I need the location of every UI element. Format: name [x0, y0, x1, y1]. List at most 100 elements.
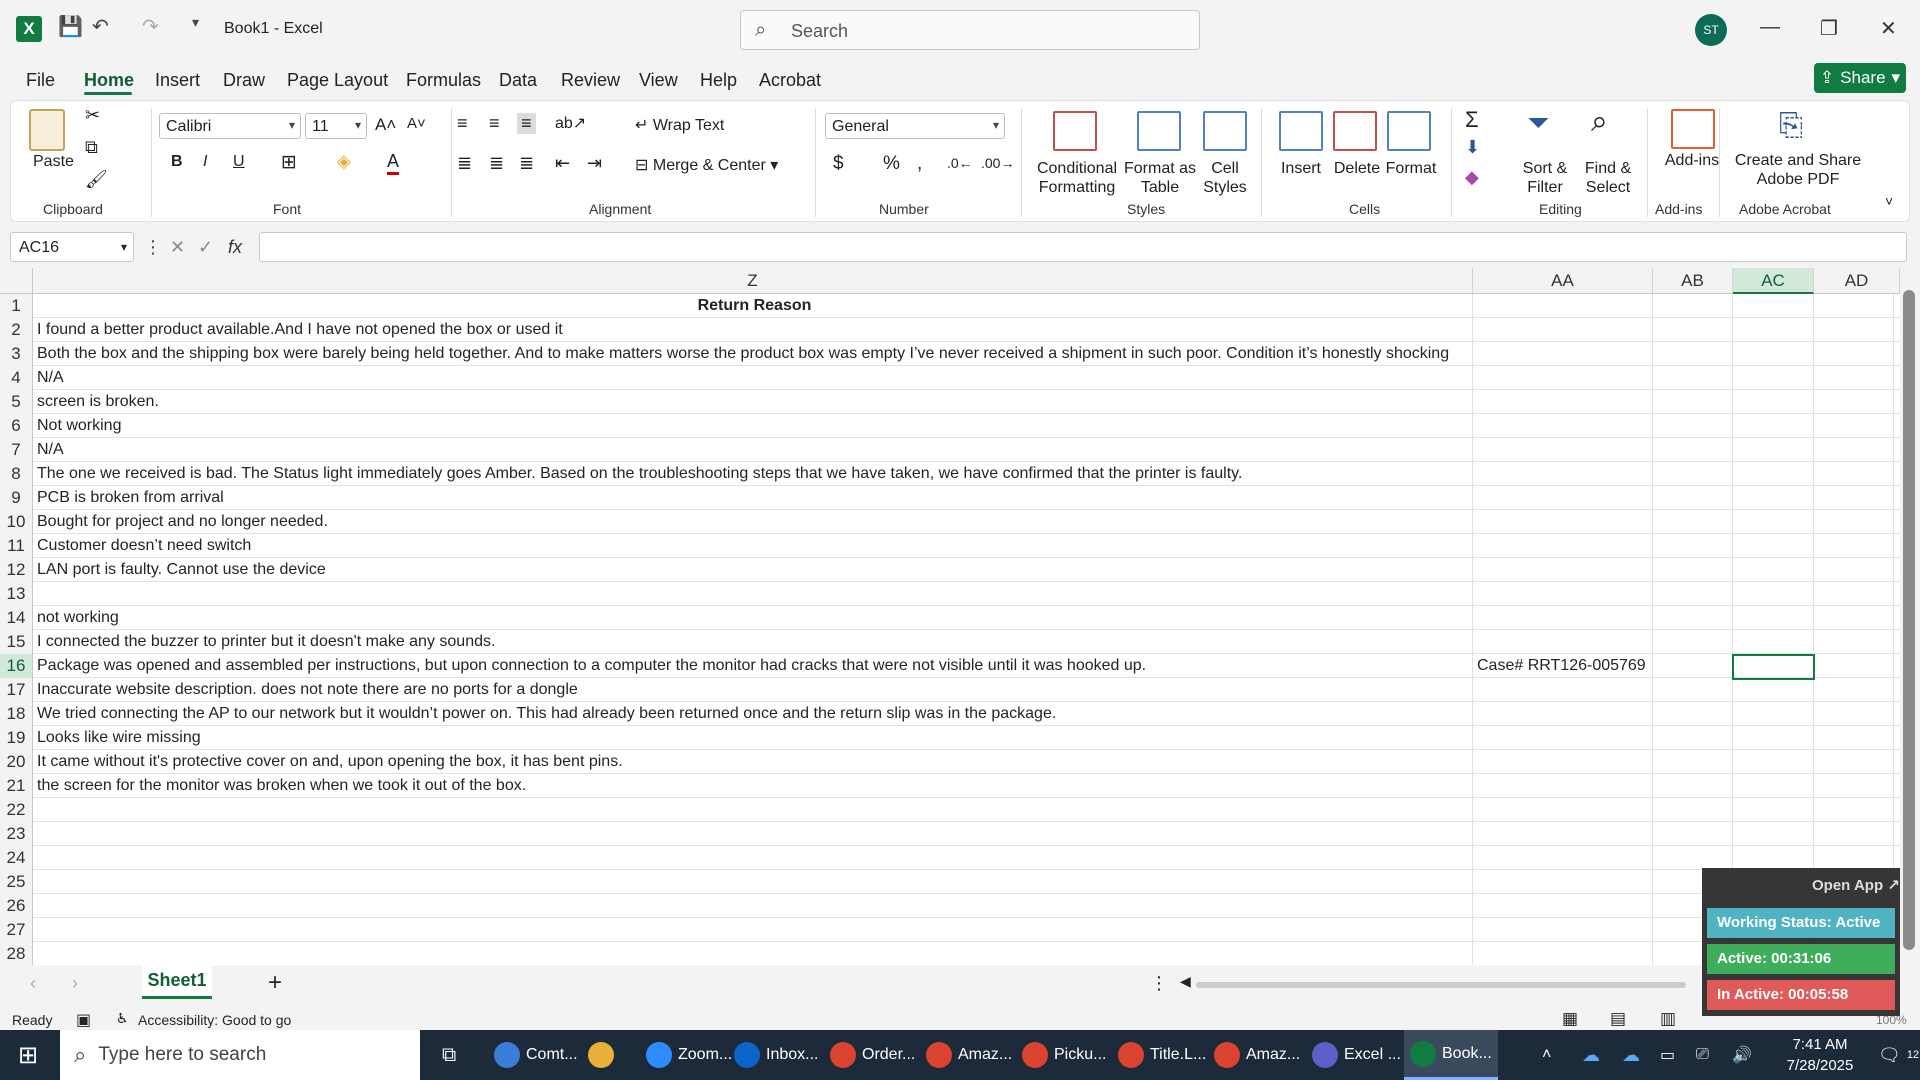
accessibility-status[interactable]: Accessibility: Good to go [138, 1012, 291, 1028]
cell-aa[interactable] [1473, 558, 1653, 582]
cell-z[interactable]: Inaccurate website description. does not… [33, 678, 1473, 702]
row-header[interactable]: 4 [0, 366, 33, 390]
network-icon[interactable]: ⎚ [1690, 1030, 1715, 1080]
search-input[interactable]: ⌕ Search [740, 10, 1200, 50]
cell-z[interactable]: We tried connecting the AP to our networ… [33, 702, 1473, 726]
cell-aa[interactable] [1473, 630, 1653, 654]
cell-ad[interactable] [1814, 318, 1894, 342]
cell-ad[interactable] [1814, 510, 1894, 534]
row-header[interactable]: 19 [0, 726, 33, 750]
percent-icon[interactable]: % [883, 153, 900, 175]
cell-ad[interactable] [1814, 774, 1894, 798]
row-header[interactable]: 24 [0, 846, 33, 870]
cell-aa[interactable] [1473, 894, 1653, 918]
cell-ac[interactable] [1733, 630, 1814, 654]
cell-z[interactable]: I found a better product available.And I… [33, 318, 1473, 342]
cell-ac[interactable] [1733, 846, 1814, 870]
tab-view[interactable]: View [639, 70, 678, 91]
italic-button[interactable]: I [203, 153, 207, 171]
tab-draw[interactable]: Draw [223, 70, 265, 91]
cell-aa[interactable] [1473, 702, 1653, 726]
taskbar-app-button[interactable]: Amaz... [1208, 1030, 1306, 1080]
name-box[interactable]: AC16 ▾ [10, 232, 134, 262]
cell-ac[interactable] [1733, 582, 1814, 606]
cell-z[interactable] [33, 918, 1473, 942]
tab-review[interactable]: Review [561, 70, 620, 91]
cell-z[interactable] [33, 798, 1473, 822]
cell-z[interactable] [33, 894, 1473, 918]
cell-aa[interactable] [1473, 606, 1653, 630]
cell-ac[interactable] [1733, 534, 1814, 558]
cell-z[interactable] [33, 846, 1473, 870]
cell-aa[interactable] [1473, 822, 1653, 846]
cell-ac[interactable] [1733, 342, 1814, 366]
cell-ad[interactable] [1814, 414, 1894, 438]
cell-ac[interactable] [1733, 366, 1814, 390]
cell-ad[interactable] [1814, 606, 1894, 630]
row-header[interactable]: 18 [0, 702, 33, 726]
taskbar-app-button[interactable]: Order... [824, 1030, 921, 1080]
font-size-select[interactable]: 11 ▾ [305, 113, 367, 139]
cell-ac[interactable] [1733, 702, 1814, 726]
row-header[interactable]: 22 [0, 798, 33, 822]
format-cells-button[interactable]: Format [1383, 159, 1439, 178]
tab-page-layout[interactable]: Page Layout [287, 70, 388, 91]
cell-aa[interactable] [1473, 342, 1653, 366]
tab-help[interactable]: Help [700, 70, 737, 91]
orientation-icon[interactable]: ab↗ [555, 113, 586, 133]
taskbar-app-button[interactable]: Comt... [488, 1030, 584, 1080]
cell-ac[interactable] [1733, 414, 1814, 438]
open-app-button[interactable]: Open App ↗ [1812, 876, 1900, 894]
row-header[interactable]: 11 [0, 534, 33, 558]
system-clock[interactable]: 7:41 AM 7/28/2025 [1772, 1034, 1868, 1076]
cell-ad[interactable] [1814, 846, 1894, 870]
cell-z[interactable]: Package was opened and assembled per ins… [33, 654, 1473, 678]
tab-acrobat[interactable]: Acrobat [759, 70, 821, 91]
volume-icon[interactable]: 🔊 [1726, 1030, 1758, 1080]
conditional-formatting-button[interactable]: Conditional Formatting [1031, 159, 1123, 197]
more-options-icon[interactable]: ⋮ [1150, 973, 1168, 994]
cell-ac[interactable] [1733, 510, 1814, 534]
next-sheet-icon[interactable]: › [72, 973, 78, 994]
cell-styles-button[interactable]: Cell Styles [1197, 159, 1253, 197]
cell-ab[interactable] [1653, 822, 1733, 846]
cell-z[interactable]: Customer doesn’t need switch [33, 534, 1473, 558]
row-header[interactable]: 23 [0, 822, 33, 846]
cell-ab[interactable] [1653, 726, 1733, 750]
worksheet-grid[interactable]: Z AA AB AC AD 1 Return Reason 2 I found a b… [0, 268, 1900, 965]
redo-icon[interactable]: ↷ [142, 14, 159, 39]
taskbar-app-button[interactable]: Title.L... [1112, 1030, 1212, 1080]
top-align-icon[interactable]: ≡ [457, 113, 468, 134]
create-share-pdf-button[interactable]: Create and Share Adobe PDF [1725, 151, 1871, 189]
clear-icon[interactable]: ◆ [1465, 167, 1479, 188]
cell-ab[interactable] [1653, 750, 1733, 774]
cell-ad[interactable] [1814, 654, 1894, 678]
cell-z[interactable]: screen is broken. [33, 390, 1473, 414]
onedrive-business-icon[interactable]: ☁ [1616, 1030, 1646, 1080]
row-header[interactable]: 5 [0, 390, 33, 414]
align-center-icon[interactable]: ≣ [489, 153, 504, 174]
sort-filter-button[interactable]: Sort & Filter [1515, 159, 1575, 197]
cell-ab[interactable] [1653, 654, 1733, 678]
cell-ac[interactable] [1733, 438, 1814, 462]
cell-z[interactable]: Return Reason [33, 294, 1473, 318]
cell-ac[interactable] [1733, 486, 1814, 510]
wrap-text-button[interactable]: ↵ Wrap Text [635, 115, 724, 135]
onedrive-icon[interactable]: ☁ [1576, 1030, 1606, 1080]
borders-icon[interactable]: ⊞ [281, 151, 297, 174]
row-header[interactable]: 1 [0, 294, 33, 318]
undo-icon[interactable]: ↶ [92, 14, 109, 39]
font-color-icon[interactable]: A [387, 151, 400, 175]
taskbar-app-button[interactable]: Excel ... [1306, 1030, 1407, 1080]
taskbar-search-input[interactable]: ⌕ Type here to search [60, 1030, 420, 1080]
decrease-decimal-icon[interactable]: .00→ [981, 155, 1014, 171]
cell-ac[interactable] [1733, 822, 1814, 846]
cell-ab[interactable] [1653, 558, 1733, 582]
cell-z[interactable]: The one we received is bad. The Status l… [33, 462, 1473, 486]
cell-aa[interactable] [1473, 678, 1653, 702]
battery-icon[interactable]: ▭ [1654, 1030, 1681, 1080]
cell-ab[interactable] [1653, 534, 1733, 558]
restore-icon[interactable]: ❐ [1820, 16, 1838, 41]
row-header[interactable]: 26 [0, 894, 33, 918]
cell-ab[interactable] [1653, 462, 1733, 486]
